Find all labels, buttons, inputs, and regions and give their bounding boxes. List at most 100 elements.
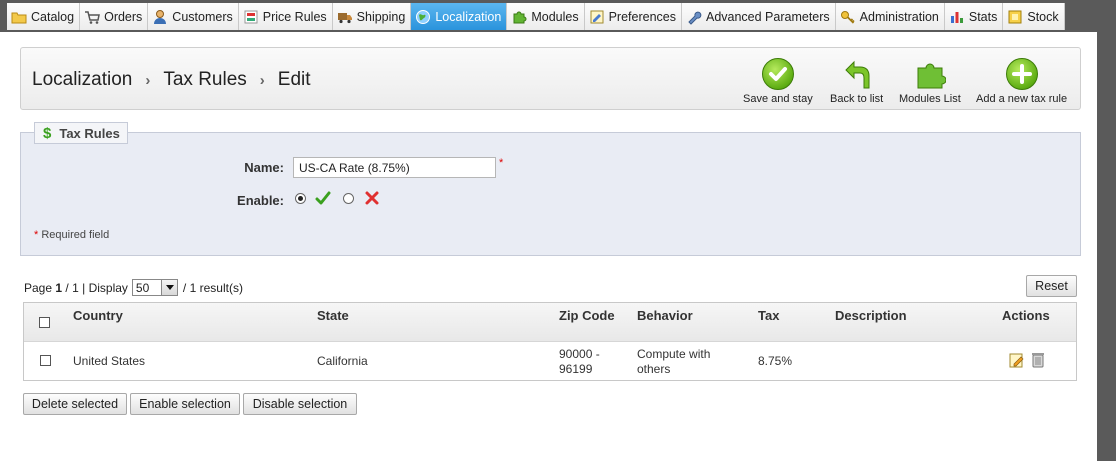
tab-label: Preferences <box>608 9 676 24</box>
reset-button[interactable]: Reset <box>1026 275 1077 297</box>
fieldset-legend: $ Tax Rules <box>34 122 128 144</box>
bar-chart-icon <box>949 9 965 25</box>
preferences-icon <box>589 9 605 25</box>
total-pages: 1 <box>72 280 79 295</box>
add-new-tax-rule-button[interactable]: Add a new tax rule <box>976 58 1067 105</box>
per-page-value: 50 <box>135 280 150 295</box>
breadcrumb-separator: › <box>145 71 151 89</box>
tab-orders[interactable]: Orders <box>80 3 149 30</box>
tab-stats[interactable]: Stats <box>944 3 1004 30</box>
breadcrumb: Localization › Tax Rules › Edit <box>32 69 311 91</box>
enable-no-radio[interactable] <box>343 193 354 204</box>
puzzle-icon <box>914 58 947 90</box>
header-actions: Actions <box>1002 308 1050 323</box>
disable-selection-button[interactable]: Disable selection <box>243 393 357 415</box>
add-new-tax-rule-label: Add a new tax rule <box>976 93 1068 105</box>
save-and-stay-label: Save and stay <box>743 93 813 105</box>
required-field-note: * Required field <box>34 229 109 241</box>
results-count: / 1 result(s) <box>182 280 243 295</box>
tab-label: Customers <box>172 9 233 24</box>
tab-label: Shipping <box>356 9 406 24</box>
stock-box-icon <box>1007 9 1023 25</box>
header-zip-code[interactable]: Zip Code <box>559 308 615 323</box>
modules-list-label: Modules List <box>899 93 961 105</box>
current-page: 1 <box>55 280 63 295</box>
tab-preferences[interactable]: Preferences <box>584 3 682 30</box>
tax-rules-table: Country State Zip Code Behavior Tax Desc… <box>23 302 1077 381</box>
tab-label: Advanced Parameters <box>705 9 830 24</box>
checkmark-icon <box>761 58 794 90</box>
breadcrumb-edit: Edit <box>277 69 311 90</box>
tab-label: Price Rules <box>262 9 327 24</box>
folder-icon <box>11 9 27 25</box>
tab-catalog[interactable]: Catalog <box>7 3 81 30</box>
tax-rules-fieldset <box>20 132 1081 256</box>
price-tag-icon <box>243 9 259 25</box>
right-edge-bar <box>1097 32 1116 461</box>
tab-label: Localization <box>435 9 502 24</box>
cell-state: California <box>317 354 368 368</box>
tab-label: Stats <box>968 9 998 24</box>
back-to-list-label: Back to list <box>830 93 884 105</box>
cell-country: United States <box>73 354 146 368</box>
dollar-icon: $ <box>43 124 52 142</box>
table-header: Country State Zip Code Behavior Tax Desc… <box>24 303 1076 342</box>
header-state[interactable]: State <box>317 308 349 323</box>
tab-stock[interactable]: Stock <box>1003 3 1065 30</box>
breadcrumb-localization[interactable]: Localization <box>32 69 132 91</box>
tab-customers[interactable]: Customers <box>148 3 239 30</box>
header-country[interactable]: Country <box>73 308 123 323</box>
delete-selected-button[interactable]: Delete selected <box>23 393 127 415</box>
delete-trash-icon[interactable] <box>1031 352 1045 371</box>
cart-icon <box>84 9 101 25</box>
modules-list-button[interactable]: Modules List <box>899 58 961 105</box>
key-icon <box>840 9 856 25</box>
top-navigation-bar: Catalog Orders Customers Price Rules Shi… <box>0 0 1116 32</box>
page-toolbar: Localization › Tax Rules › Edit Save and… <box>20 47 1081 110</box>
tab-label: Administration <box>859 9 939 24</box>
wrench-icon <box>686 9 702 25</box>
pagination-bar: Page 1 / 1 | Display 50 / 1 result(s) <box>24 279 243 296</box>
truck-icon <box>337 9 353 25</box>
globe-icon <box>415 9 431 25</box>
cell-behavior-line1: Compute with <box>637 347 711 361</box>
tab-price-rules[interactable]: Price Rules <box>238 3 333 30</box>
header-tax[interactable]: Tax <box>758 308 779 323</box>
tab-administration[interactable]: Administration <box>835 3 945 30</box>
header-behavior[interactable]: Behavior <box>637 308 693 323</box>
disabled-cross-icon <box>364 190 380 209</box>
save-and-stay-button[interactable]: Save and stay <box>743 58 813 105</box>
enable-selection-button[interactable]: Enable selection <box>130 393 240 415</box>
page-prefix: Page <box>24 280 53 295</box>
breadcrumb-separator: › <box>259 71 265 89</box>
back-arrow-icon <box>841 58 873 90</box>
per-page-select[interactable]: 50 <box>131 279 178 296</box>
tab-advanced-parameters[interactable]: Advanced Parameters <box>681 3 836 30</box>
page-separator: / <box>65 280 69 295</box>
tab-label: Orders <box>104 9 143 24</box>
required-asterisk: * <box>499 157 504 169</box>
tab-localization[interactable]: Localization <box>411 3 508 30</box>
required-asterisk: * <box>34 229 39 241</box>
enable-yes-radio[interactable] <box>295 193 306 204</box>
enable-label: Enable: <box>237 193 284 208</box>
name-label: Name: <box>244 160 284 175</box>
chevron-down-icon[interactable] <box>160 280 177 295</box>
tab-shipping[interactable]: Shipping <box>332 3 412 30</box>
required-field-text: Required field <box>41 229 110 241</box>
puzzle-icon <box>511 9 527 25</box>
header-description[interactable]: Description <box>835 308 907 323</box>
edit-pencil-icon[interactable] <box>1009 352 1025 371</box>
select-all-checkbox[interactable] <box>39 317 50 328</box>
row-checkbox[interactable] <box>40 355 51 366</box>
legend-title: Tax Rules <box>59 125 120 141</box>
cell-zip-to: 96199 <box>559 362 593 376</box>
cell-tax: 8.75% <box>758 354 793 368</box>
breadcrumb-tax-rules[interactable]: Tax Rules <box>163 69 246 91</box>
tab-label: Modules <box>531 9 579 24</box>
plus-icon <box>1005 58 1038 90</box>
name-input[interactable] <box>293 157 496 178</box>
back-to-list-button[interactable]: Back to list <box>830 58 883 105</box>
tab-label: Stock <box>1027 9 1059 24</box>
tab-modules[interactable]: Modules <box>507 3 585 30</box>
